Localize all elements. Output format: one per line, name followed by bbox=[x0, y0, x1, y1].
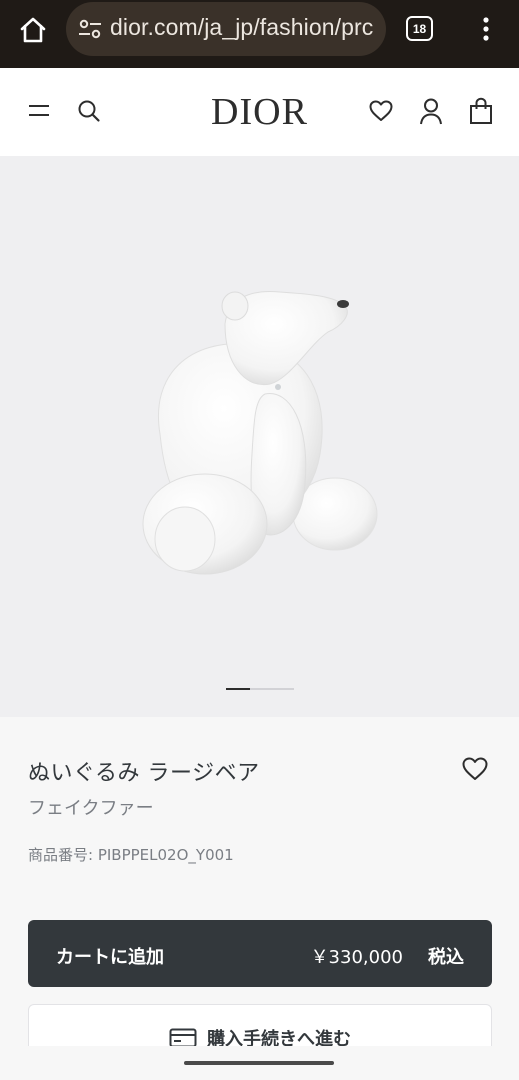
shopping-bag-icon[interactable] bbox=[469, 97, 493, 125]
credit-card-icon bbox=[169, 1028, 197, 1048]
polar-bear-plush-image bbox=[142, 290, 378, 575]
add-to-cart-button[interactable]: カートに追加 ￥330,000 税込 bbox=[28, 920, 492, 987]
address-bar[interactable]: dior.com/ja_jp/fashion/prc bbox=[66, 2, 386, 56]
site-header: DIOR bbox=[0, 68, 519, 156]
product-price: ￥330,000 bbox=[310, 947, 403, 968]
product-info: ぬいぐるみ ラージベア フェイクファー 商品番号: PIBPPEL02O_Y00… bbox=[0, 717, 519, 1080]
home-icon[interactable] bbox=[17, 14, 49, 46]
product-reference: 商品番号: PIBPPEL02O_Y001 bbox=[28, 846, 234, 864]
tab-switcher-button[interactable]: 18 bbox=[406, 16, 433, 41]
add-to-cart-label: カートに追加 bbox=[56, 947, 164, 968]
product-material: フェイクファー bbox=[28, 798, 154, 819]
more-options-icon[interactable] bbox=[474, 14, 498, 44]
add-to-wishlist-heart-icon[interactable] bbox=[462, 757, 488, 781]
site-settings-icon[interactable] bbox=[78, 18, 102, 40]
browser-toolbar: dior.com/ja_jp/fashion/prc 18 bbox=[0, 0, 519, 68]
wishlist-heart-icon[interactable] bbox=[369, 100, 393, 122]
gesture-nav-bar[interactable] bbox=[184, 1061, 334, 1065]
url-text[interactable]: dior.com/ja_jp/fashion/prc bbox=[110, 14, 373, 41]
tab-count: 18 bbox=[412, 21, 427, 36]
tax-included-label: 税込 bbox=[428, 947, 464, 968]
carousel-indicator-active bbox=[226, 687, 250, 690]
carousel-indicator bbox=[226, 687, 294, 690]
product-name: ぬいぐるみ ラージベア bbox=[28, 761, 260, 786]
account-icon[interactable] bbox=[419, 97, 443, 125]
product-image-gallery[interactable] bbox=[0, 156, 519, 717]
